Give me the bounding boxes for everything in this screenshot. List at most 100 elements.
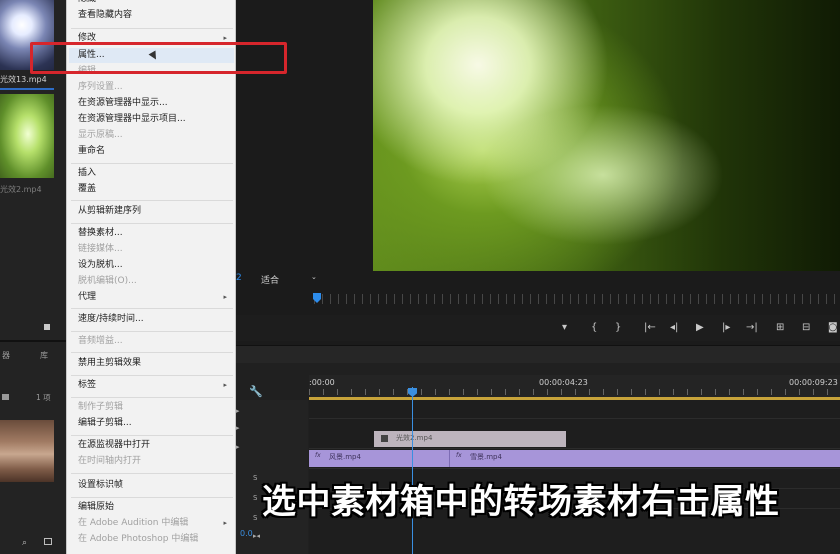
clip-label: 光效2.mp4	[396, 434, 433, 442]
solo-button-a3[interactable]: S	[253, 514, 257, 522]
menu-item-label: 脱机编辑(O)...	[78, 276, 137, 286]
lift-icon[interactable]: ⊞	[776, 321, 784, 335]
program-monitor: 2 适合 ⌄	[236, 0, 840, 315]
menu-item-edit-original[interactable]: 编辑原始	[78, 500, 233, 515]
extract-icon[interactable]: ⊟	[802, 321, 810, 335]
timecode-end: 00:00:09:23	[789, 378, 838, 387]
menu-item-view-hidden[interactable]: 查看隐藏内容	[78, 8, 233, 23]
track-toggle-v1[interactable]: ▸	[236, 443, 240, 451]
menu-item-overwrite[interactable]: 覆盖	[78, 182, 233, 197]
track-toggle-v3[interactable]: ▸	[236, 407, 240, 415]
submenu-arrow-icon: ▸	[223, 519, 227, 527]
menu-item-label-color[interactable]: 标签 ▸	[78, 378, 233, 393]
menu-item-reveal-in-explorer[interactable]: 在资源管理器中显示...	[78, 96, 233, 111]
menu-item-replace-footage[interactable]: 替换素材...	[78, 226, 233, 241]
menu-separator	[71, 352, 233, 353]
menu-item-label: 重命名	[78, 146, 106, 156]
menu-item-edit-subclip[interactable]: 编辑子剪辑...	[78, 416, 233, 431]
menu-item-hide[interactable]: 隐藏	[78, 0, 233, 7]
menu-item-label: 禁用主剪辑效果	[78, 358, 142, 368]
clip-name-2[interactable]: 光效2.mp4	[0, 184, 42, 195]
timecode-start: :00:00	[309, 378, 335, 387]
marker-icon[interactable]: ▾	[562, 321, 567, 335]
tutorial-subtitle: 选中素材箱中的转场素材右击属性	[262, 482, 780, 522]
menu-item-label: 在 Adobe Audition 中编辑	[78, 518, 189, 528]
menu-item-audio-gain[interactable]: 音频增益...	[78, 334, 233, 349]
menu-item-label: 查看隐藏内容	[78, 10, 133, 20]
zoom-fit-select[interactable]: 适合	[261, 273, 279, 286]
mark-in-icon[interactable]: {	[591, 321, 597, 335]
program-video-frame	[373, 0, 840, 271]
menu-item-reveal-project[interactable]: 在资源管理器中显示项目...	[78, 112, 233, 127]
menu-item-label: 显示原稿...	[78, 130, 123, 140]
annotation-highlight-box	[30, 42, 287, 74]
item-count: 1 项	[36, 393, 51, 402]
tab-effects[interactable]: 器	[2, 350, 10, 361]
menu-separator	[71, 397, 233, 398]
play-icon[interactable]: ▶	[696, 321, 704, 335]
solo-button-a1[interactable]: S	[253, 474, 257, 482]
step-back-icon[interactable]: ◂|	[670, 321, 678, 335]
go-to-out-icon[interactable]: →|	[746, 321, 758, 335]
chevron-down-icon[interactable]: ⌄	[311, 273, 317, 281]
timeline-zoom-value: 0.0	[240, 529, 253, 538]
playhead-position[interactable]: 2	[236, 273, 242, 283]
menu-item-label: 在源监视器中打开	[78, 440, 151, 450]
timeline-clip-v2[interactable]: 光效2.mp4	[374, 431, 566, 447]
menu-item-show-original[interactable]: 显示原稿...	[78, 128, 233, 143]
menu-item-sequence-settings[interactable]: 序列设置...	[78, 80, 233, 95]
menu-item-label: 覆盖	[78, 184, 97, 194]
menu-item-edit-in-photoshop[interactable]: 在 Adobe Photoshop 中编辑	[78, 532, 233, 547]
timeline-clip-v1a[interactable]: fx 风景.mp4	[309, 450, 449, 467]
menu-item-proxy[interactable]: 代理 ▸	[78, 290, 233, 305]
timeline-playhead-line[interactable]	[412, 387, 413, 554]
menu-separator	[71, 163, 233, 164]
menu-item-disable-master-clip-effects[interactable]: 禁用主剪辑效果	[78, 356, 233, 371]
menu-item-label: 在 Adobe Photoshop 中编辑	[78, 534, 199, 544]
menu-item-new-sequence-from-clip[interactable]: 从剪辑新建序列	[78, 204, 233, 219]
menu-item-speed-duration[interactable]: 速度/持续时间...	[78, 312, 233, 327]
menu-item-insert[interactable]: 插入	[78, 166, 233, 181]
solo-button-a2[interactable]: S	[253, 494, 257, 502]
timeline-ruler[interactable]: :00:00 00:00:04:23 00:00:09:23	[309, 375, 840, 397]
clip-label: 雪景.mp4	[470, 453, 502, 461]
menu-item-open-in-timeline[interactable]: 在时间轴内打开	[78, 454, 233, 469]
menu-item-rename[interactable]: 重命名	[78, 144, 233, 159]
transport-controls: ▾ { } |← ◂| ▶ |▸ →| ⊞ ⊟ ◙	[236, 315, 840, 341]
bin-icon	[2, 394, 9, 400]
timeline-clip-v1b[interactable]: fx 雪景.mp4	[449, 450, 840, 467]
menu-item-label: 编辑子剪辑...	[78, 418, 132, 428]
timeline-tab-bar	[236, 345, 840, 363]
search-icon[interactable]: ⌕	[22, 538, 27, 548]
step-forward-icon[interactable]: |▸	[722, 321, 730, 335]
go-to-in-icon[interactable]: |←	[644, 321, 656, 335]
menu-item-edit-offline[interactable]: 脱机编辑(O)...	[78, 274, 233, 289]
menu-item-label: 从剪辑新建序列	[78, 206, 142, 216]
menu-separator	[71, 200, 233, 201]
clip-thumbnail-2[interactable]	[0, 94, 54, 178]
new-bin-icon[interactable]	[44, 538, 52, 545]
master-track-icon[interactable]: ▸◂	[253, 532, 260, 540]
menu-item-label: 代理	[78, 292, 97, 302]
menu-separator	[71, 497, 233, 498]
mark-out-icon[interactable]: }	[615, 321, 621, 335]
menu-item-label: 插入	[78, 168, 97, 178]
ruler-ticks	[309, 389, 840, 395]
menu-item-open-in-source-monitor[interactable]: 在源监视器中打开	[78, 438, 233, 453]
clip-name-1[interactable]: 光效13.mp4	[0, 74, 47, 85]
menu-item-label: 设为脱机...	[78, 260, 123, 270]
menu-item-edit-in-audition[interactable]: 在 Adobe Audition 中编辑 ▸	[78, 516, 233, 531]
menu-item-label: 标签	[78, 380, 97, 390]
tab-libraries[interactable]: 库	[40, 350, 48, 361]
menu-item-set-poster-frame[interactable]: 设置标识帧	[78, 478, 233, 493]
track-toggle-v2[interactable]: ▸	[236, 424, 240, 432]
export-frame-icon[interactable]: ◙	[828, 321, 838, 335]
menu-item-link-media[interactable]: 链接媒体...	[78, 242, 233, 257]
menu-item-make-offline[interactable]: 设为脱机...	[78, 258, 233, 273]
menu-item-label: 设置标识帧	[78, 480, 124, 490]
menu-item-make-subclip[interactable]: 制作子剪辑	[78, 400, 233, 415]
list-view-icon[interactable]	[44, 324, 50, 330]
clip-thumbnail-3[interactable]	[0, 420, 54, 482]
monitor-time-ruler[interactable]	[314, 294, 840, 304]
wrench-icon[interactable]: 🔧	[249, 385, 263, 398]
